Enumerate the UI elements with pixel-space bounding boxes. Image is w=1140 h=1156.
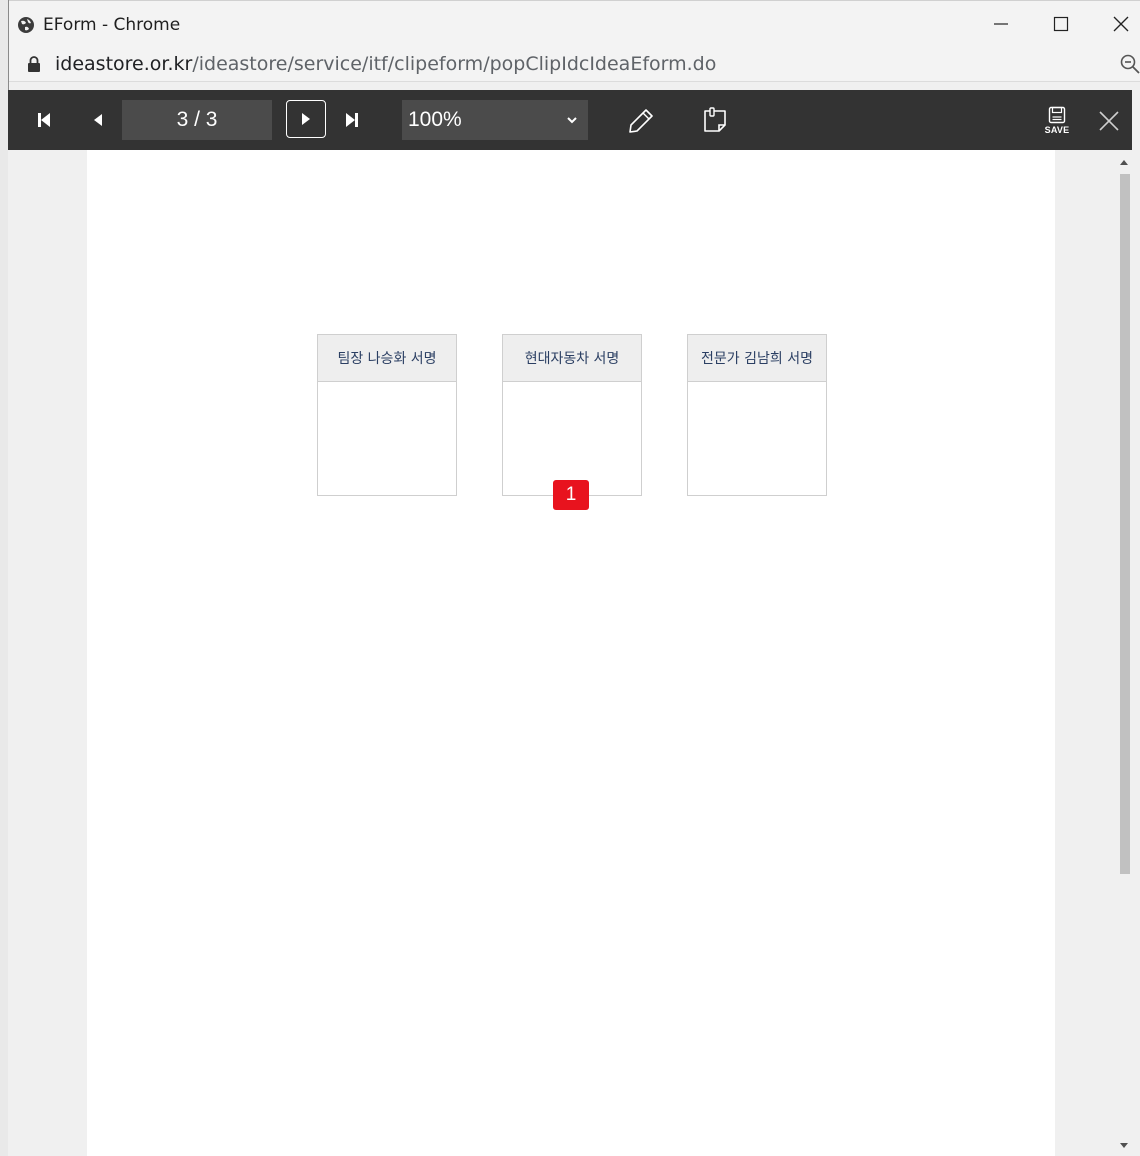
minimize-icon — [994, 23, 1008, 25]
maximize-icon — [1053, 16, 1069, 32]
vertical-scrollbar[interactable] — [1116, 150, 1132, 1156]
url-host: ideastore.or.kr — [55, 53, 193, 75]
annotation-marker: 1 — [553, 480, 589, 510]
title-bar: EForm - Chrome — [9, 0, 1140, 46]
document-page: 팀장 나승화 서명 현대자동차 서명 전문가 김남희 서명 1 — [87, 150, 1055, 1156]
page-indicator[interactable]: 3 / 3 — [122, 100, 272, 140]
save-icon — [1048, 106, 1066, 123]
first-page-button[interactable] — [32, 108, 56, 132]
window-title: EForm - Chrome — [43, 15, 181, 35]
chevron-down-icon — [567, 117, 577, 124]
close-icon — [1113, 16, 1129, 32]
zoom-out-icon[interactable] — [1119, 53, 1140, 75]
globe-icon — [18, 17, 34, 33]
lock-icon — [28, 56, 40, 72]
url-path: /ideastore/service/itf/clipeform/popClip… — [192, 53, 717, 75]
scroll-down-arrow-icon[interactable] — [1118, 1140, 1130, 1152]
minimize-button[interactable] — [973, 1, 1029, 47]
signature-box-label: 팀장 나승화 서명 — [318, 335, 456, 382]
next-page-icon — [302, 113, 310, 125]
memo-icon — [704, 107, 726, 132]
last-page-button[interactable] — [340, 108, 364, 132]
first-page-icon — [38, 113, 50, 127]
pencil-icon — [629, 109, 653, 133]
signature-box-label: 현대자동차 서명 — [503, 335, 641, 382]
address-bar[interactable]: ideastore.or.kr/ideastore/service/itf/cl… — [9, 46, 1140, 82]
signature-box-expert[interactable]: 전문가 김남희 서명 — [687, 334, 827, 496]
document-viewer: 팀장 나승화 서명 현대자동차 서명 전문가 김남희 서명 1 — [8, 150, 1116, 1156]
pencil-button[interactable] — [624, 104, 658, 138]
close-icon — [1099, 111, 1119, 131]
scrollbar-thumb[interactable] — [1120, 174, 1130, 874]
url-text[interactable]: ideastore.or.kr/ideastore/service/itf/cl… — [55, 53, 716, 75]
signature-box-team-leader[interactable]: 팀장 나승화 서명 — [317, 334, 457, 496]
zoom-select[interactable]: 100% — [402, 100, 588, 140]
prev-page-button[interactable] — [86, 108, 110, 132]
next-page-button[interactable] — [286, 100, 326, 138]
save-button[interactable]: SAVE — [1032, 100, 1082, 140]
prev-page-icon — [94, 114, 102, 126]
zoom-level: 100% — [408, 108, 462, 131]
close-window-button[interactable] — [1093, 1, 1140, 47]
signature-box-label: 전문가 김남희 서명 — [688, 335, 826, 382]
maximize-button[interactable] — [1033, 1, 1089, 47]
save-label: SAVE — [1044, 124, 1070, 135]
last-page-icon — [346, 113, 358, 127]
desktop-edge — [0, 0, 8, 1156]
memo-button[interactable] — [698, 104, 732, 138]
signature-box-hyundai[interactable]: 현대자동차 서명 — [502, 334, 642, 496]
close-viewer-button[interactable] — [1092, 104, 1126, 138]
viewer-toolbar: 3 / 3 100% SAVE — [8, 90, 1132, 150]
scroll-up-arrow-icon[interactable] — [1118, 156, 1130, 168]
